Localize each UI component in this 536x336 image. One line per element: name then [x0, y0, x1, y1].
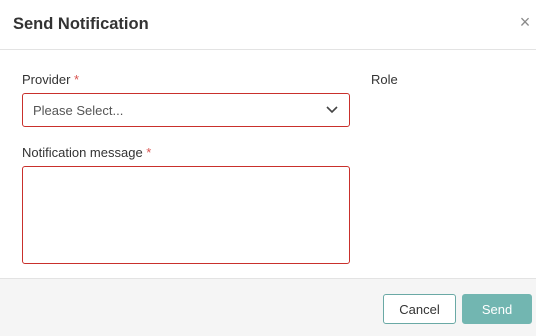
close-icon[interactable]: × — [516, 12, 534, 32]
dialog-title: Send Notification — [13, 15, 149, 33]
dialog-footer: Cancel Send — [0, 278, 536, 336]
provider-label: Provider * — [22, 72, 79, 87]
provider-required-mark: * — [74, 72, 80, 87]
send-button[interactable]: Send — [462, 294, 532, 324]
cancel-button[interactable]: Cancel — [383, 294, 456, 324]
provider-select[interactable]: Please Select... — [22, 93, 350, 127]
notification-message-required-mark: * — [146, 145, 152, 160]
provider-label-text: Provider — [22, 72, 71, 87]
notification-message-input[interactable] — [22, 166, 350, 264]
dialog-header: Send Notification × — [0, 0, 536, 50]
notification-message-label: Notification message * — [22, 145, 151, 160]
provider-select-value: Please Select... — [33, 103, 124, 118]
role-label: Role — [371, 72, 398, 87]
chevron-down-icon — [326, 106, 338, 114]
send-notification-dialog: Send Notification × Provider * Role Plea… — [0, 0, 536, 336]
notification-message-label-text: Notification message — [22, 145, 143, 160]
